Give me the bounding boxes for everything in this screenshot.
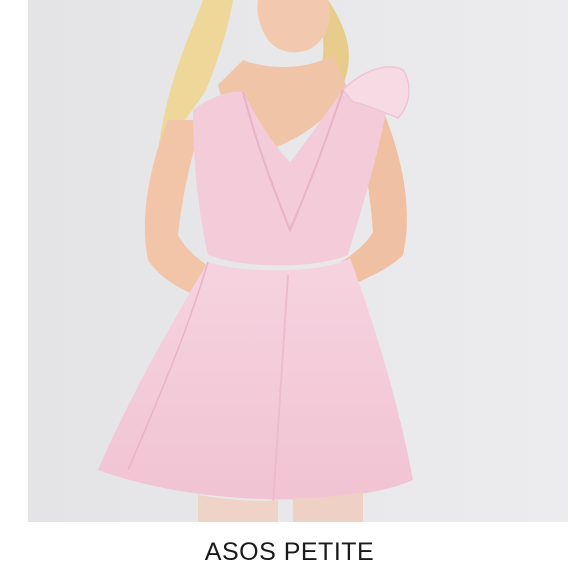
- brand-caption: ASOS PETITE: [204, 538, 375, 566]
- model-in-dress-illustration: [28, 0, 568, 522]
- product-photo-frame: ASOS PETITE: [0, 0, 579, 580]
- product-photo: [28, 0, 568, 522]
